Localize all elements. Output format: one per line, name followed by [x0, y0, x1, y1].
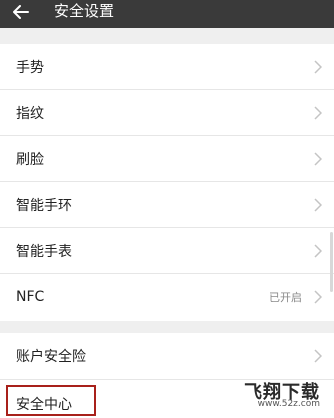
settings-item-face[interactable]: 刷脸	[0, 136, 334, 182]
chevron-right-icon	[314, 151, 322, 166]
settings-item-label: 安全中心	[16, 396, 72, 413]
settings-item-label: NFC	[16, 289, 45, 305]
chevron-right-icon	[314, 243, 322, 258]
settings-item-smart-band[interactable]: 智能手环	[0, 182, 334, 228]
settings-item-label: 指纹	[16, 105, 44, 122]
chevron-right-icon	[314, 105, 322, 120]
settings-item-label: 账户安全险	[16, 349, 86, 365]
settings-item-label: 智能手表	[16, 243, 72, 260]
back-button[interactable]	[8, 0, 34, 24]
watermark: 飞翔下载 www.52z.com	[244, 376, 330, 412]
chevron-right-icon	[314, 290, 322, 304]
chevron-right-icon	[314, 197, 322, 212]
watermark-url: www.52z.com	[257, 399, 320, 409]
settings-item-gesture[interactable]: 手势	[0, 44, 334, 90]
security-settings-page: 安全设置 手势 指纹 刷脸 智能手环 智能手表 NFC 已开启 账户安全险 安全…	[0, 0, 334, 418]
app-header: 安全设置	[0, 0, 334, 28]
settings-item-smart-watch[interactable]: 智能手表	[0, 228, 334, 274]
settings-item-account-insurance[interactable]: 账户安全险	[0, 333, 334, 380]
settings-item-label: 刷脸	[16, 151, 44, 168]
biometric-settings-group: 手势 指纹 刷脸 智能手环 智能手表 NFC 已开启	[0, 44, 334, 321]
settings-item-fingerprint[interactable]: 指纹	[0, 90, 334, 136]
arrow-left-icon	[13, 5, 29, 19]
settings-item-label: 智能手环	[16, 197, 72, 214]
settings-item-label: 手势	[16, 59, 44, 76]
settings-item-nfc[interactable]: NFC 已开启	[0, 274, 334, 320]
nfc-status-text: 已开启	[269, 291, 302, 304]
chevron-right-icon	[314, 349, 322, 363]
scrollbar[interactable]	[330, 232, 333, 292]
chevron-right-icon	[314, 59, 322, 74]
page-title: 安全设置	[54, 2, 115, 20]
